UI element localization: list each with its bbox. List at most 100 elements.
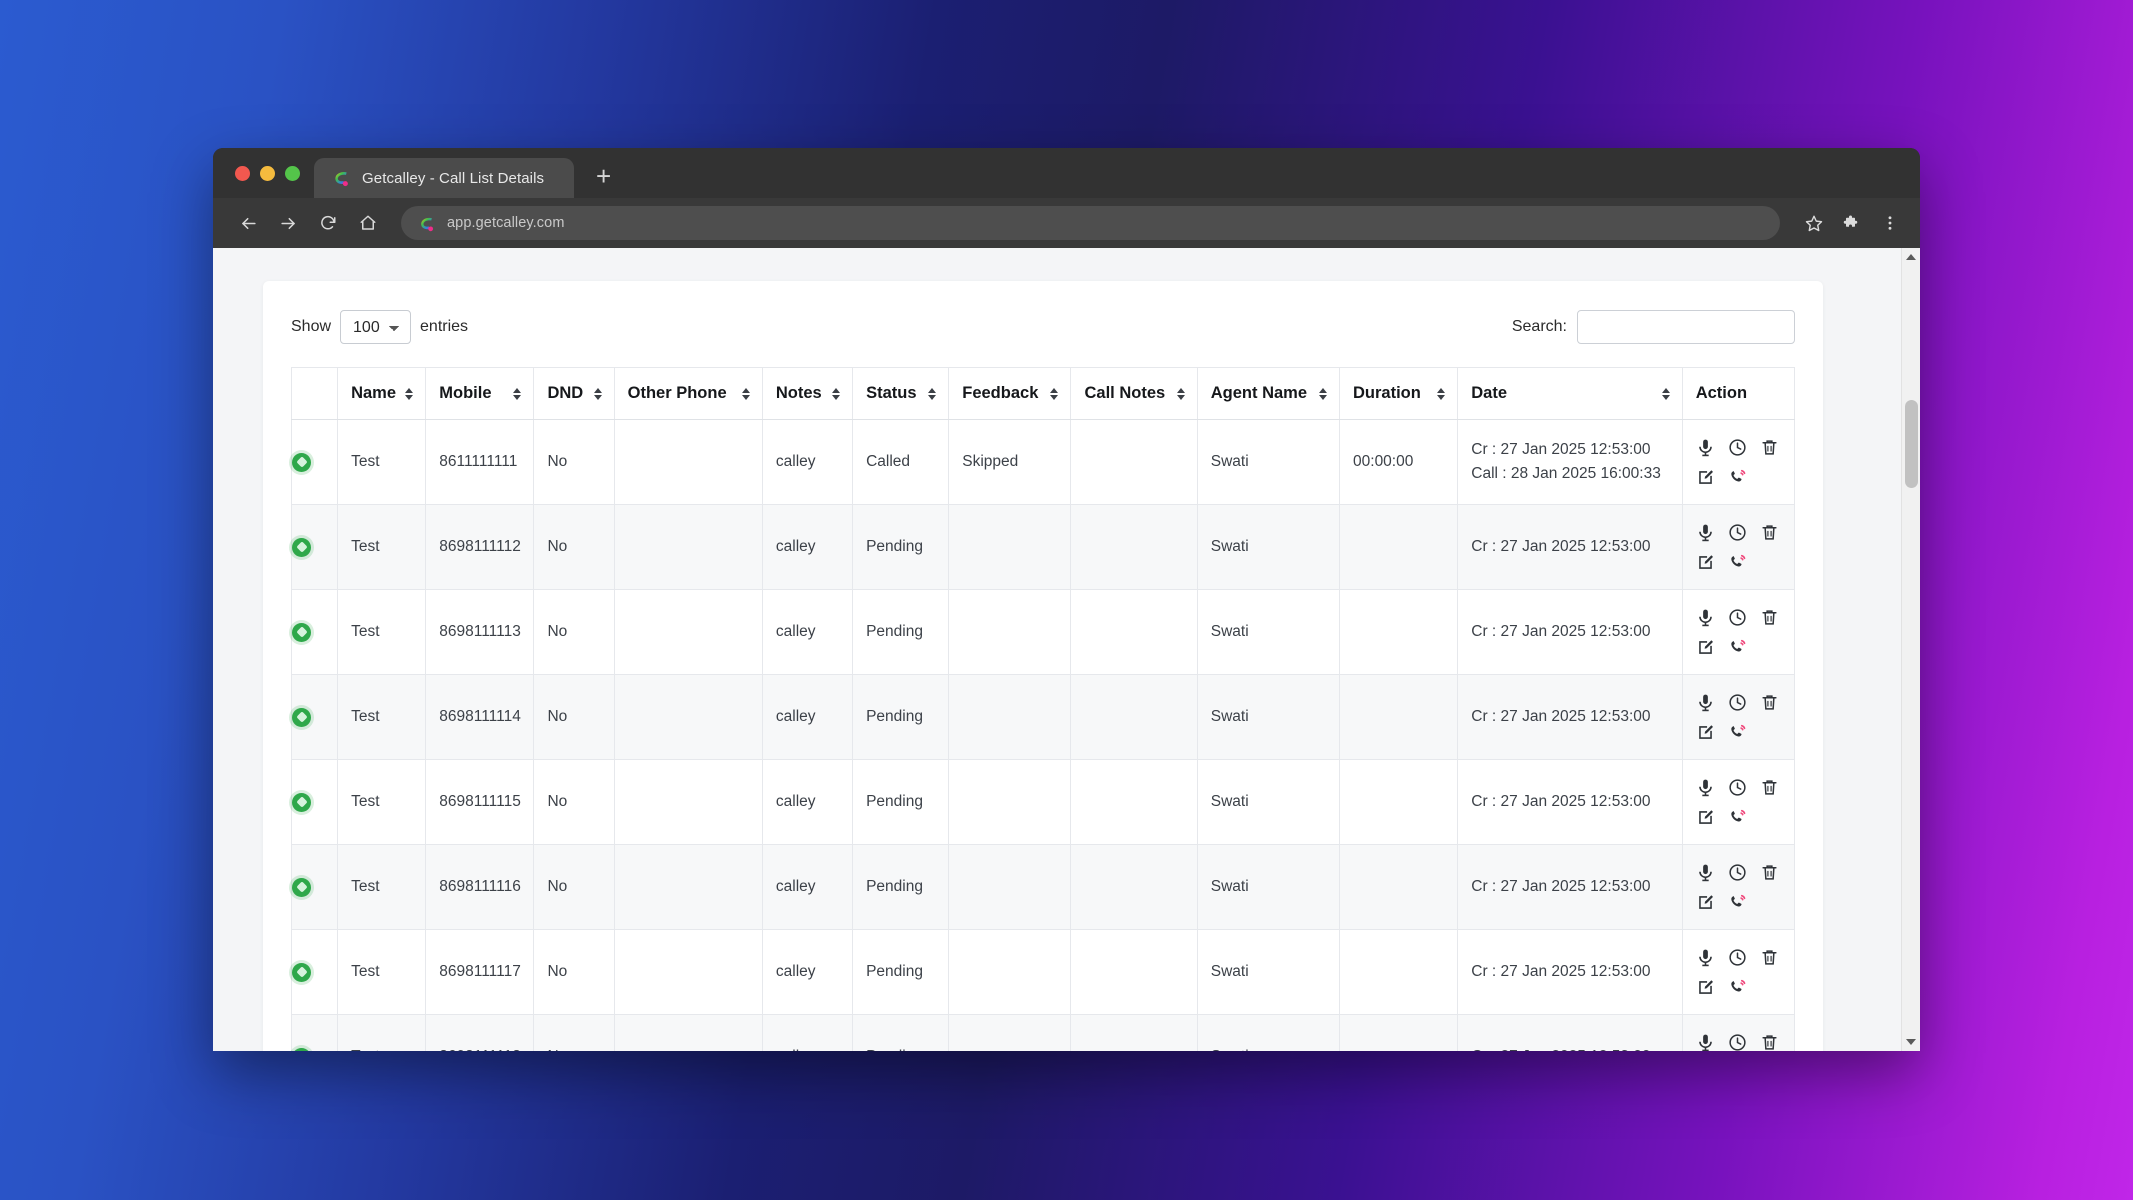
column-header-notes[interactable]: Notes <box>761 367 854 420</box>
column-header-agent-name[interactable]: Agent Name <box>1196 367 1341 420</box>
microphone-icon[interactable] <box>1696 608 1715 627</box>
phone-call-icon[interactable] <box>1728 638 1747 657</box>
edit-icon[interactable] <box>1696 553 1715 572</box>
cell-feedback <box>948 1014 1072 1051</box>
column-header-dnd[interactable]: DND <box>533 367 615 420</box>
clock-icon[interactable] <box>1728 693 1747 712</box>
sort-arrows-icon[interactable] <box>1661 387 1670 400</box>
trash-icon[interactable] <box>1760 1033 1779 1052</box>
sort-arrows-icon[interactable] <box>741 387 750 400</box>
phone-call-icon[interactable] <box>1728 468 1747 487</box>
edit-icon[interactable] <box>1696 638 1715 657</box>
table-row[interactable]: Test 8611111111 No calley Called Skipped Swati… <box>290 419 1796 505</box>
column-header-status[interactable]: Status <box>852 367 950 420</box>
puzzle-piece-icon[interactable] <box>1836 207 1868 239</box>
trash-icon[interactable] <box>1760 863 1779 882</box>
microphone-icon[interactable] <box>1696 948 1715 967</box>
microphone-icon[interactable] <box>1696 438 1715 457</box>
trash-icon[interactable] <box>1760 523 1779 542</box>
phone-call-icon[interactable] <box>1728 553 1747 572</box>
edit-icon[interactable] <box>1696 468 1715 487</box>
microphone-icon[interactable] <box>1696 1033 1715 1052</box>
scrollbar-thumb[interactable] <box>1905 400 1918 488</box>
clock-icon[interactable] <box>1728 778 1747 797</box>
column-header-date[interactable]: Date <box>1457 367 1683 420</box>
phone-call-icon[interactable] <box>1728 808 1747 827</box>
column-header-mobile[interactable]: Mobile <box>425 367 535 420</box>
column-header-name[interactable]: Name <box>337 367 427 420</box>
cell-agent-name: Swati <box>1196 929 1341 1015</box>
column-label: Mobile <box>439 384 492 402</box>
address-bar[interactable]: app.getcalley.com <box>401 206 1780 240</box>
trash-icon[interactable] <box>1760 948 1779 967</box>
scrollbar-up-arrow-icon[interactable] <box>1902 248 1920 266</box>
edit-icon[interactable] <box>1696 893 1715 912</box>
close-window-button[interactable] <box>235 165 250 181</box>
arrow-left-icon[interactable] <box>231 206 265 240</box>
table-row[interactable]: Test 8698111116 No calley Pending Swati Cr : 2… <box>290 844 1796 930</box>
trash-icon[interactable] <box>1760 693 1779 712</box>
microphone-icon[interactable] <box>1696 863 1715 882</box>
cell-name: Test <box>337 419 427 505</box>
three-dot-menu-icon[interactable] <box>1874 207 1906 239</box>
trash-icon[interactable] <box>1760 438 1779 457</box>
column-header-other-phone[interactable]: Other Phone <box>613 367 763 420</box>
maximize-window-button[interactable] <box>285 165 300 181</box>
cell-call-notes <box>1070 589 1198 675</box>
green-status-icon <box>292 622 311 642</box>
entries-per-page-select[interactable]: 102550100 <box>340 310 412 344</box>
phone-call-icon[interactable] <box>1728 723 1747 742</box>
sort-arrows-icon[interactable] <box>832 387 841 400</box>
sort-arrows-icon[interactable] <box>1319 387 1328 400</box>
clock-icon[interactable] <box>1728 948 1747 967</box>
sort-arrows-icon[interactable] <box>513 387 522 400</box>
sort-arrows-icon[interactable] <box>593 387 602 400</box>
microphone-icon[interactable] <box>1696 523 1715 542</box>
cell-date: Cr : 27 Jan 2025 12:53:00 Call : 28 Jan 2… <box>1457 419 1683 505</box>
clock-icon[interactable] <box>1728 608 1747 627</box>
column-header-duration[interactable]: Duration <box>1339 367 1459 420</box>
clock-icon[interactable] <box>1728 863 1747 882</box>
edit-icon[interactable] <box>1696 723 1715 742</box>
date-created: Cr : 27 Jan 2025 12:53:00 <box>1471 537 1651 555</box>
sort-arrows-icon[interactable] <box>928 387 937 400</box>
column-label: Call Notes <box>1084 384 1166 402</box>
sort-arrows-icon[interactable] <box>1050 387 1059 400</box>
minimize-window-button[interactable] <box>260 165 275 181</box>
phone-call-icon[interactable] <box>1728 893 1747 912</box>
edit-icon[interactable] <box>1696 978 1715 997</box>
table-row[interactable]: Test 8698111115 No calley Pending Swati Cr : 2… <box>290 759 1796 845</box>
table-row[interactable]: Test8698111118No calleyPending Swati Cr : 2… <box>290 1014 1796 1052</box>
edit-icon[interactable] <box>1696 808 1715 827</box>
cell-agent-name: Swati <box>1196 504 1341 590</box>
sort-arrows-icon[interactable] <box>405 387 414 400</box>
new-tab-button[interactable]: + <box>596 163 611 189</box>
table-row[interactable]: Test 8698111113 No calley Pending Swati Cr : 2… <box>290 589 1796 675</box>
cell-status: Pending <box>852 504 950 590</box>
microphone-icon[interactable] <box>1696 693 1715 712</box>
home-icon[interactable] <box>351 206 385 240</box>
browser-tab-active[interactable]: Getcalley - Call List Details <box>314 158 574 198</box>
column-header-feedback[interactable]: Feedback <box>948 367 1072 420</box>
column-header-call-notes[interactable]: Call Notes <box>1070 367 1198 420</box>
green-status-icon <box>292 792 311 812</box>
trash-icon[interactable] <box>1760 778 1779 797</box>
scrollbar-down-arrow-icon[interactable] <box>1902 1033 1920 1051</box>
table-row[interactable]: Test 8698111114 No calley Pending Swati Cr : 2… <box>290 674 1796 760</box>
page-scrollbar[interactable] <box>1901 248 1920 1051</box>
microphone-icon[interactable] <box>1696 778 1715 797</box>
reload-icon[interactable] <box>311 206 345 240</box>
table-row[interactable]: Test 8698111112 No calley Pending Swati Cr : 2… <box>290 504 1796 590</box>
phone-call-icon[interactable] <box>1728 978 1747 997</box>
sort-arrows-icon[interactable] <box>1176 387 1185 400</box>
table-row[interactable]: Test 8698111117 No calley Pending Swati Cr : 2… <box>290 929 1796 1015</box>
clock-icon[interactable] <box>1728 1033 1747 1052</box>
search-input[interactable] <box>1577 310 1795 344</box>
sort-arrows-icon[interactable] <box>1437 387 1446 400</box>
star-icon[interactable] <box>1798 207 1830 239</box>
clock-icon[interactable] <box>1728 438 1747 457</box>
green-status-icon <box>292 962 311 982</box>
trash-icon[interactable] <box>1760 608 1779 627</box>
arrow-right-icon[interactable] <box>271 206 305 240</box>
clock-icon[interactable] <box>1728 523 1747 542</box>
